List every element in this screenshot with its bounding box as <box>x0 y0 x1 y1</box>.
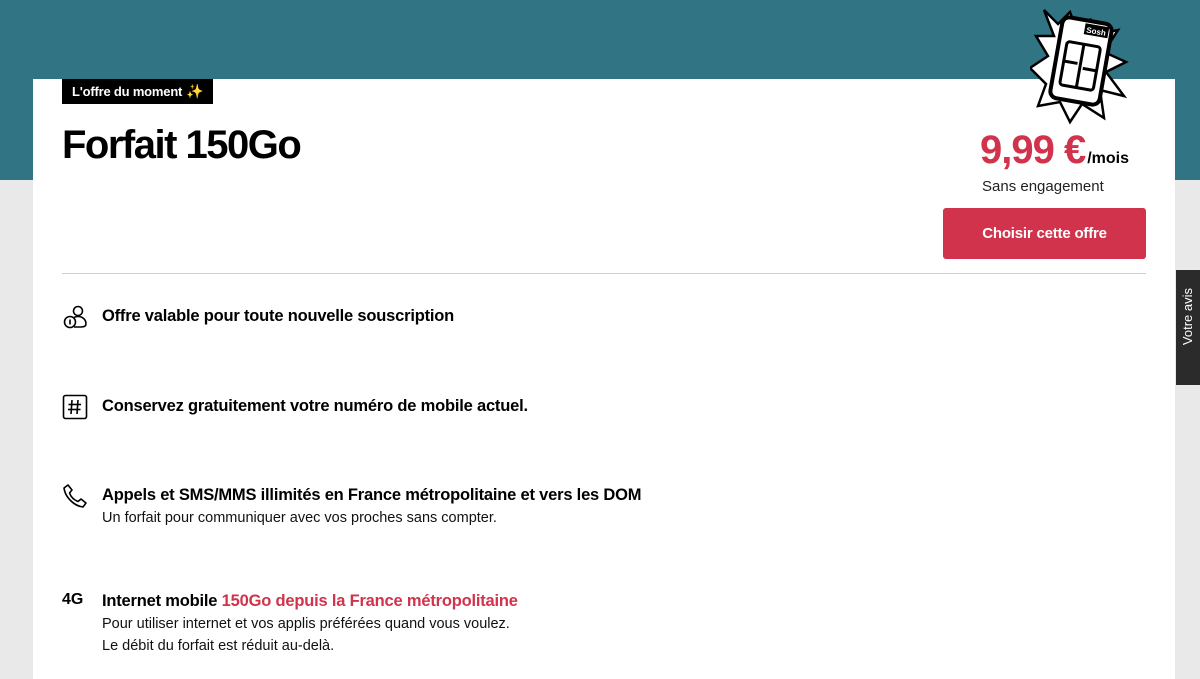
feature-title: Appels et SMS/MMS illimités en France mé… <box>102 486 642 504</box>
feature-description: Le débit du forfait est réduit au-delà. <box>102 638 335 654</box>
offer-badge: L'offre du moment ✨ <box>62 79 214 104</box>
feature-item: Appels et SMS/MMS illimités en France mé… <box>62 483 641 529</box>
feature-title: Internet mobile 150Go depuis la France m… <box>102 589 518 613</box>
feature-title-accent: 150Go depuis la France métropolitaine <box>221 592 518 610</box>
feature-title: Offre valable pour toute nouvelle souscr… <box>102 307 455 325</box>
feature-description: Un forfait pour communiquer avec vos pro… <box>102 510 497 526</box>
commitment-label: Sans engagement <box>982 178 1104 195</box>
phone-icon <box>63 484 87 508</box>
feature-title-plain: Internet mobile <box>102 592 222 610</box>
feature-item: 4G Internet mobile 150Go depuis la Franc… <box>62 589 518 657</box>
feature-item: Conservez gratuitement votre numéro de m… <box>62 394 528 420</box>
sparkle-icon: ✨ <box>186 83 204 99</box>
feature-item: Offre valable pour toute nouvelle souscr… <box>62 304 454 330</box>
feedback-tab-label: Votre avis <box>1180 288 1195 346</box>
price-amount: 9,99 € <box>980 128 1086 172</box>
price-period: /mois <box>1087 150 1130 167</box>
feedback-tab[interactable]: Votre avis <box>1176 270 1200 385</box>
choose-offer-button[interactable]: Choisir cette offre <box>943 208 1146 259</box>
4g-icon: 4G <box>62 591 84 608</box>
feature-description: Pour utiliser internet et vos applis pré… <box>102 616 510 632</box>
feature-title: Conservez gratuitement votre numéro de m… <box>102 397 528 415</box>
sim-card-icon: Sosh <box>1030 9 1129 125</box>
divider <box>62 273 1146 274</box>
offer-badge-label: L'offre du moment <box>72 84 183 99</box>
price: 9,99 € /mois <box>980 128 1129 173</box>
hash-icon <box>62 394 88 420</box>
page-title: Forfait 150Go <box>62 123 302 167</box>
users-icon <box>63 305 87 329</box>
